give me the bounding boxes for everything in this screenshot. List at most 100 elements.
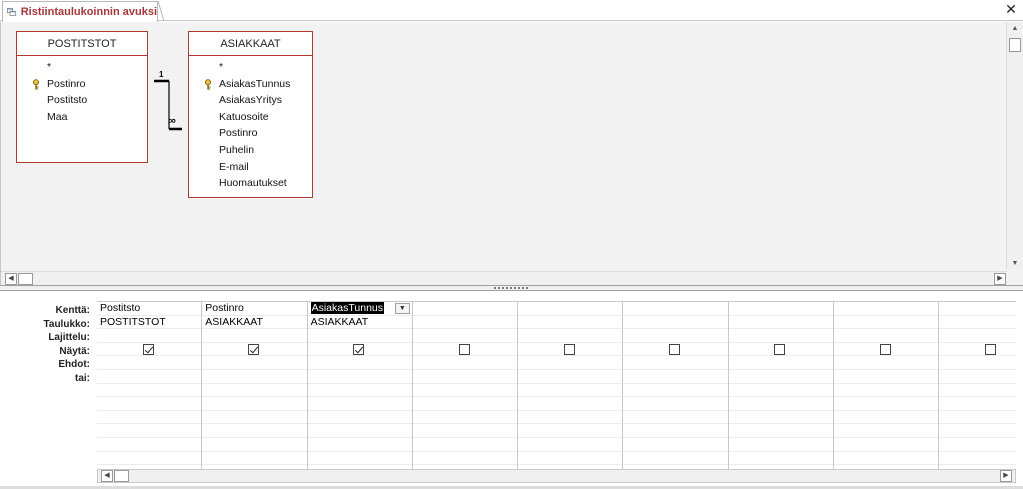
sort-cell[interactable] [412, 329, 518, 343]
table-field[interactable]: AsiakasYritys [189, 92, 312, 109]
sort-cell[interactable] [623, 329, 728, 343]
table-cell[interactable] [623, 316, 728, 330]
relationship-line[interactable] [149, 72, 185, 132]
show-cell[interactable] [412, 343, 518, 357]
show-cell[interactable] [307, 343, 412, 357]
table-field[interactable]: Postitsto [17, 92, 147, 109]
scroll-right-icon[interactable]: ▶ [1000, 470, 1012, 482]
field-cell[interactable] [412, 302, 518, 316]
grid-cell[interactable] [412, 397, 518, 411]
grid-cell[interactable] [939, 438, 1016, 452]
scroll-thumb[interactable] [114, 470, 129, 482]
field-cell[interactable]: AsiakasTunnus ▼ [307, 302, 412, 316]
field-cell[interactable] [728, 302, 834, 316]
show-cell[interactable] [939, 343, 1016, 357]
or-cell[interactable] [728, 370, 834, 384]
scroll-down-icon[interactable]: ▼ [1007, 257, 1023, 269]
grid-cell[interactable] [939, 384, 1016, 398]
show-cell[interactable] [834, 343, 939, 357]
field-cell[interactable] [939, 302, 1016, 316]
grid-cell[interactable] [202, 411, 307, 425]
table-cell[interactable] [939, 316, 1016, 330]
grid-column[interactable] [728, 302, 835, 469]
scroll-left-icon[interactable]: ◀ [101, 470, 113, 482]
or-cell[interactable] [412, 370, 518, 384]
grid-cell[interactable] [412, 452, 518, 466]
grid-column[interactable]: AsiakasTunnus ▼ ASIAKKAAT [307, 302, 413, 469]
grid-cell[interactable] [97, 411, 202, 425]
grid-cell[interactable] [307, 411, 412, 425]
show-checkbox[interactable] [563, 343, 575, 355]
grid-column[interactable] [623, 302, 729, 469]
grid-cell[interactable] [518, 384, 623, 398]
field-cell[interactable] [834, 302, 939, 316]
chevron-down-icon[interactable]: ▼ [394, 303, 410, 314]
grid-cell[interactable] [518, 424, 623, 438]
sort-cell[interactable] [307, 329, 412, 343]
criteria-cell[interactable] [834, 356, 939, 370]
table-field[interactable]: Postinro [17, 76, 147, 93]
or-cell[interactable] [307, 370, 412, 384]
show-cell[interactable] [623, 343, 728, 357]
grid-cell[interactable] [202, 397, 307, 411]
table-field[interactable]: E-mail [189, 159, 312, 176]
show-checkbox[interactable] [669, 343, 681, 355]
table-cell[interactable] [728, 316, 834, 330]
grid-cell[interactable] [202, 424, 307, 438]
table-field[interactable]: Postinro [189, 125, 312, 142]
grid-cell[interactable] [834, 397, 939, 411]
grid-horizontal-scrollbar[interactable]: ◀ ▶ [97, 469, 1016, 483]
table-cell[interactable]: ASIAKKAAT [307, 316, 412, 330]
criteria-cell[interactable] [623, 356, 728, 370]
grid-cell[interactable] [728, 424, 834, 438]
grid-cell[interactable] [939, 411, 1016, 425]
show-checkbox[interactable] [879, 343, 891, 355]
table-field[interactable]: Puhelin [189, 142, 312, 159]
query-tab[interactable]: Ristiintaulukoinnin avuksi [2, 1, 158, 22]
grid-column[interactable]: Postinro ASIAKKAAT [202, 302, 308, 469]
grid-cell[interactable] [412, 424, 518, 438]
grid-cell[interactable] [939, 424, 1016, 438]
grid-cell[interactable] [834, 452, 939, 466]
grid-column[interactable] [834, 302, 940, 469]
show-cell[interactable] [728, 343, 834, 357]
sort-cell[interactable] [202, 329, 307, 343]
table-field[interactable]: * [17, 59, 147, 76]
criteria-cell[interactable] [97, 356, 202, 370]
grid-cell[interactable] [412, 411, 518, 425]
grid-cell[interactable] [518, 411, 623, 425]
grid-cell[interactable] [202, 438, 307, 452]
grid-cell[interactable] [623, 424, 728, 438]
scroll-thumb[interactable] [18, 273, 33, 285]
show-checkbox[interactable] [985, 343, 997, 355]
or-cell[interactable] [202, 370, 307, 384]
grid-cell[interactable] [412, 384, 518, 398]
diagram-vertical-scrollbar[interactable]: ▲ ▼ [1006, 22, 1023, 269]
table-cell[interactable] [518, 316, 623, 330]
grid-column[interactable] [939, 302, 1016, 469]
table-field[interactable]: * [189, 59, 312, 76]
grid-cell[interactable] [97, 397, 202, 411]
or-cell[interactable] [518, 370, 623, 384]
grid-cell[interactable] [728, 397, 834, 411]
criteria-cell[interactable] [728, 356, 834, 370]
grid-cell[interactable] [728, 452, 834, 466]
grid-cell[interactable] [307, 424, 412, 438]
grid-cell[interactable] [307, 438, 412, 452]
grid-cell[interactable] [728, 411, 834, 425]
or-cell[interactable] [834, 370, 939, 384]
table-postitstot[interactable]: POSTITSTOT * Postinro Postitsto Maa [16, 31, 148, 163]
grid-cell[interactable] [834, 424, 939, 438]
show-cell[interactable] [518, 343, 623, 357]
grid-column[interactable] [518, 302, 624, 469]
scroll-up-icon[interactable]: ▲ [1007, 22, 1023, 34]
criteria-cell[interactable] [939, 356, 1016, 370]
field-cell[interactable]: Postitsto [97, 302, 202, 316]
grid-cell[interactable] [307, 452, 412, 466]
field-cell[interactable] [623, 302, 728, 316]
sort-cell[interactable] [834, 329, 939, 343]
grid-cell[interactable] [518, 452, 623, 466]
table-field[interactable]: Maa [17, 109, 147, 126]
grid-cell[interactable] [307, 397, 412, 411]
grid-cell[interactable] [623, 438, 728, 452]
